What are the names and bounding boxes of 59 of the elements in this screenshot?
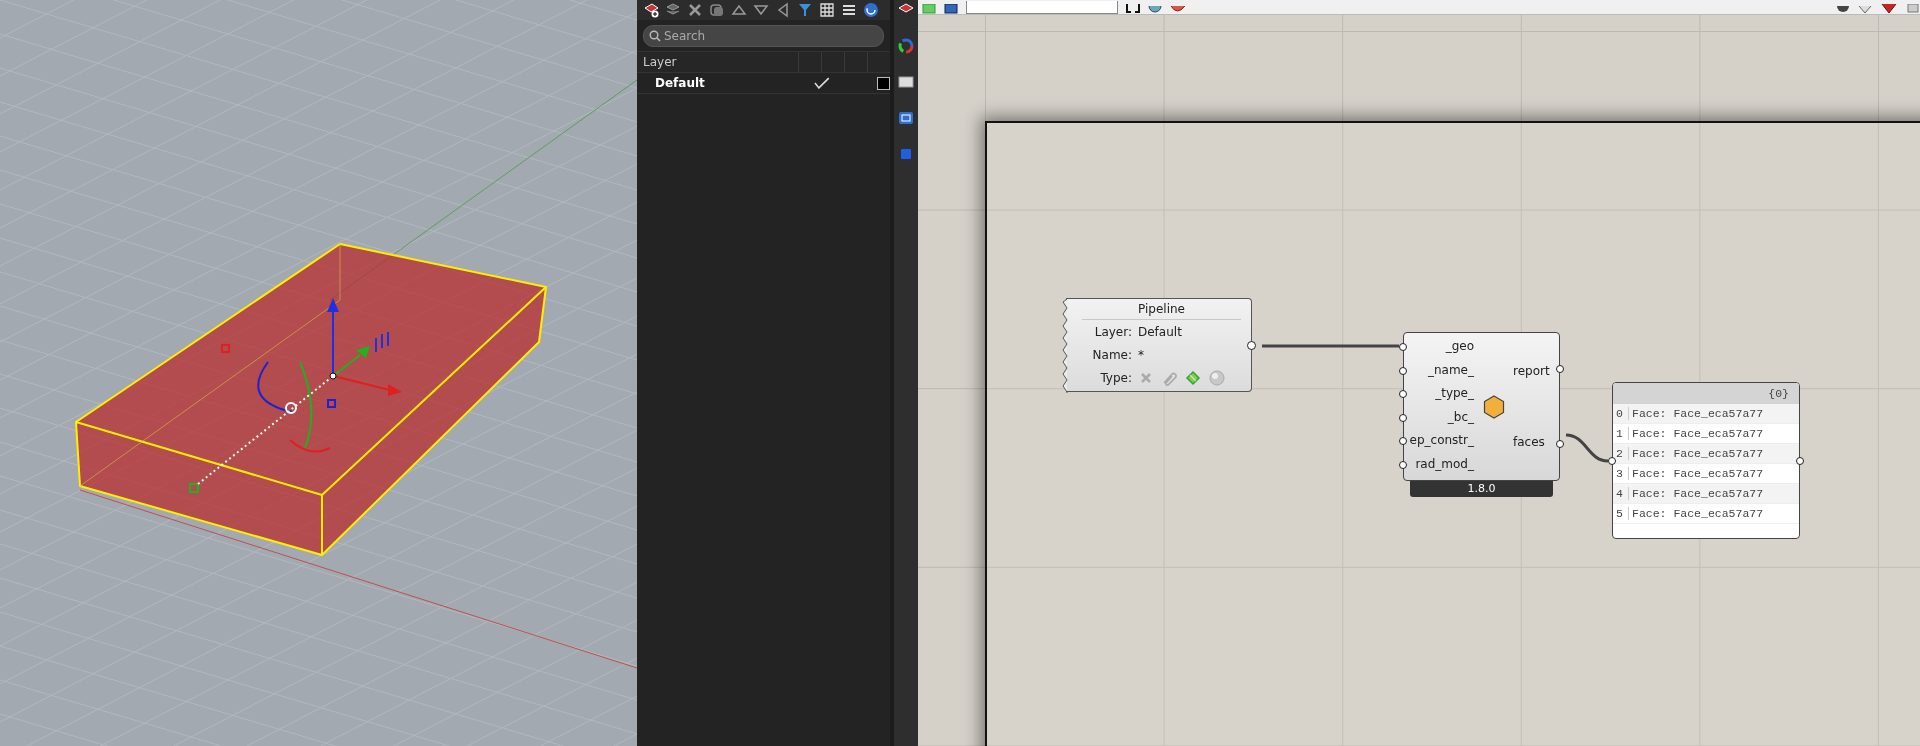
- output-grip[interactable]: [1556, 439, 1564, 448]
- input-grip[interactable]: [1399, 461, 1407, 469]
- input-label: _name_: [1426, 361, 1474, 379]
- item-text: Face: Face_eca57a77: [1632, 467, 1764, 480]
- layer-name[interactable]: Default: [637, 76, 803, 90]
- output-label: faces: [1513, 435, 1546, 450]
- input-grip[interactable]: [1399, 366, 1407, 375]
- index-cell: 1: [1613, 427, 1629, 440]
- input-grip[interactable]: [1399, 437, 1407, 446]
- zoom-field[interactable]: [966, 1, 1118, 14]
- index-cell: 0: [1613, 407, 1629, 420]
- field-value[interactable]: *: [1138, 347, 1144, 362]
- stack-icon[interactable]: [709, 2, 725, 18]
- color-wheel-icon[interactable]: [898, 38, 914, 54]
- output-grip[interactable]: [1796, 457, 1804, 465]
- field-value[interactable]: Default: [1138, 324, 1182, 339]
- square-icon[interactable]: [898, 146, 914, 162]
- output-label: report: [1513, 363, 1551, 378]
- hexagon-icon: [1482, 394, 1505, 419]
- input-label: _geo: [1444, 338, 1474, 355]
- version-label: 1.8.0: [1410, 481, 1553, 497]
- input-grip[interactable]: [1399, 413, 1407, 422]
- item-text: Face: Face_eca57a77: [1632, 507, 1764, 520]
- index-cell: 3: [1613, 467, 1629, 480]
- delete-icon[interactable]: [687, 2, 703, 18]
- input-label: _type_: [1434, 385, 1474, 403]
- output-grip[interactable]: [1247, 341, 1256, 350]
- filter-icon[interactable]: [797, 2, 813, 18]
- left-triangle-icon[interactable]: [775, 2, 791, 18]
- window-icon[interactable]: [898, 74, 914, 90]
- up-triangle-icon[interactable]: [731, 2, 747, 18]
- input-grip[interactable]: [1399, 390, 1407, 399]
- item-text: Face: Face_eca57a77: [1632, 447, 1764, 460]
- input-label: _bc_: [1446, 408, 1474, 426]
- index-cell: 5: [1613, 507, 1629, 520]
- item-text: Face: Face_eca57a77: [1632, 487, 1764, 500]
- input-grip[interactable]: [1399, 343, 1407, 351]
- menu-icon[interactable]: [841, 2, 857, 18]
- input-label: rad_mod_: [1414, 455, 1474, 473]
- input-label: ep_constr_: [1408, 432, 1474, 450]
- expand-icon[interactable]: [1126, 4, 1140, 14]
- input-grip[interactable]: [1608, 457, 1616, 465]
- grid-icon[interactable]: [819, 2, 835, 18]
- field-label: Name:: [1091, 347, 1132, 362]
- item-text: Face: Face_eca57a77: [1632, 407, 1764, 420]
- search-field[interactable]: Search: [643, 25, 884, 47]
- layer-color-swatch[interactable]: [877, 76, 890, 90]
- checkmark-icon[interactable]: [814, 77, 831, 89]
- item-text: Face: Face_eca57a77: [1632, 427, 1764, 440]
- node-title: Pipeline: [1082, 299, 1241, 320]
- field-label: Type:: [1099, 370, 1132, 385]
- down-triangle-icon[interactable]: [753, 2, 769, 18]
- path-label: {0}: [1613, 383, 1799, 404]
- field-label: Layer:: [1093, 324, 1132, 339]
- column-header[interactable]: Layer: [637, 55, 798, 69]
- index-cell: 4: [1613, 487, 1629, 500]
- wire: [1565, 433, 1609, 463]
- new-layer-icon[interactable]: [643, 2, 659, 18]
- output-grip[interactable]: [1556, 365, 1564, 374]
